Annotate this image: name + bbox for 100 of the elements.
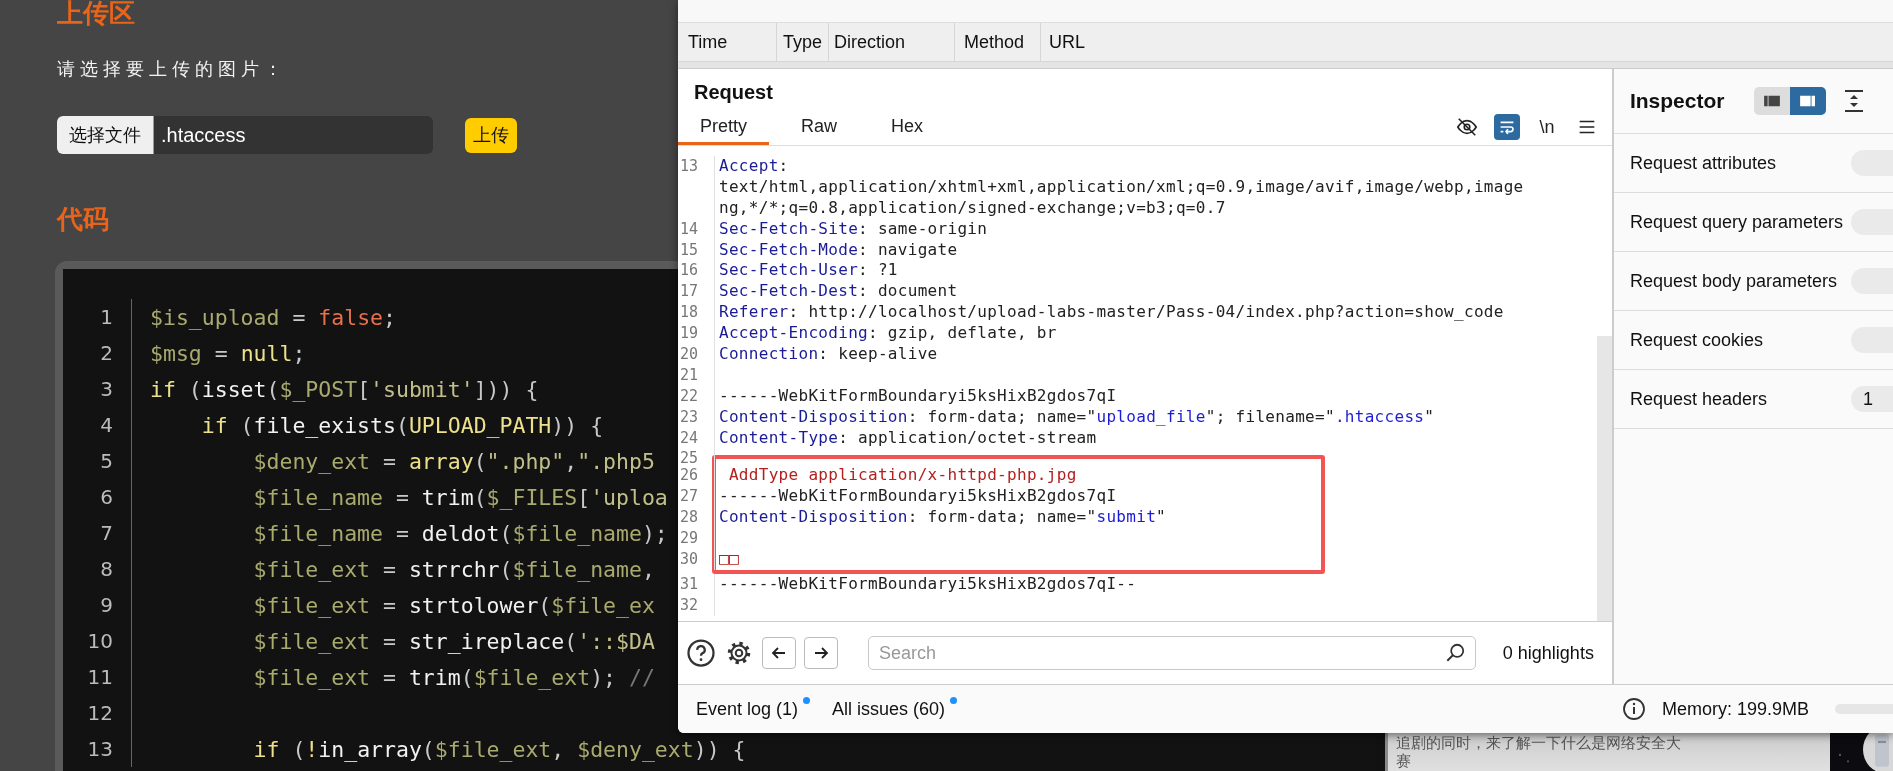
search-field[interactable]: Search: [868, 636, 1476, 670]
inspector-section[interactable]: Request attributes: [1613, 134, 1893, 193]
upload-prompt: 请选择要上传的图片：: [57, 57, 287, 81]
code-line: $file_ext = trim($file_ext); //: [252, 664, 655, 690]
code-line: $file_name = deldot($file_name);: [252, 520, 668, 546]
info-icon[interactable]: [1621, 697, 1646, 721]
request-line: AddType application/x-httpd-php.jpg: [727, 465, 1077, 487]
request-line: Content-Disposition: form-data; name="submit": [718, 507, 1166, 529]
panel-layout-icon[interactable]: [1790, 87, 1827, 115]
panel-title: Request: [693, 80, 773, 105]
line-number: 26: [678, 465, 715, 487]
line-number: 6: [63, 479, 132, 515]
request-line: ------WebKitFormBoundaryi5ksHixB2gdos7qI: [718, 486, 1117, 508]
request-line: Accept-Encoding: gzip, deflate, br: [718, 323, 1057, 344]
request-line: Content-Type: application/octet-stream: [718, 427, 1097, 449]
request-line: Sec-Fetch-Site: same-origin: [718, 218, 988, 240]
request-line: Sec-Fetch-Mode: navigate: [718, 239, 958, 261]
request-line: ng,*/*;q=0.8,application/signed-exchange;v=b3;q=0.7: [718, 197, 1226, 219]
column-header[interactable]: Time: [678, 23, 777, 61]
article-text: 赛: [1396, 752, 1411, 770]
wrap-icon[interactable]: [1493, 114, 1520, 140]
code-line: $msg = null;: [149, 340, 306, 366]
line-number: 18: [678, 302, 715, 324]
line-number: 22: [678, 385, 715, 407]
line-number: 15: [678, 239, 715, 261]
code-line: $deny_ext = array(".php",".php5: [252, 448, 655, 474]
request-line: Sec-Fetch-User: ?1: [718, 260, 898, 282]
line-number: 11: [63, 659, 132, 695]
line-number: 9: [63, 587, 132, 623]
forward-button[interactable]: [804, 637, 838, 669]
panel-title: Inspector: [1629, 89, 1725, 113]
line-number: 20: [678, 344, 715, 365]
line-number: 32: [678, 594, 715, 616]
help-icon[interactable]: [686, 638, 716, 668]
line-number: 30: [678, 548, 715, 570]
highlight-count: 0 highlights: [1502, 642, 1595, 664]
line-number: 21: [678, 364, 715, 386]
code-line: if (isset($_POST['submit'])) {: [149, 376, 539, 402]
line-number: 13: [63, 731, 132, 767]
inspector-section[interactable]: Request cookies: [1613, 311, 1893, 370]
inspector-section[interactable]: Request body parameters: [1613, 252, 1893, 311]
event-log-link[interactable]: Event log (1): [696, 698, 807, 720]
line-number: 24: [678, 427, 715, 449]
line-number: 3: [63, 371, 132, 407]
code-line: $file_ext = str_ireplace('::$DA: [252, 628, 655, 654]
section-heading: 上传区: [57, 0, 135, 30]
memory-usage: Memory: 199.9MB: [1661, 698, 1809, 720]
column-header[interactable]: Type: [777, 23, 829, 61]
line-number: 7: [63, 515, 132, 551]
request-line: ------WebKitFormBoundaryi5ksHixB2gdos7qI: [718, 385, 1117, 407]
issues-link[interactable]: All issues (60): [832, 698, 954, 720]
line-number: 4: [63, 407, 132, 443]
code-line: $file_ext = strrchr($file_name,: [252, 556, 655, 582]
code-line: if (!in_array($file_ext, $deny_ext)) {: [252, 736, 746, 762]
column-header[interactable]: Direction: [829, 23, 955, 61]
line-number: 31: [678, 573, 715, 595]
code-line: $is_upload = false;: [149, 304, 396, 330]
column-header[interactable]: URL: [1041, 23, 1085, 61]
inspector-section[interactable]: Request headers 1: [1613, 370, 1893, 429]
tab[interactable]: Pretty: [678, 112, 769, 145]
request-line: ------WebKitFormBoundaryi5ksHixB2gdos7qI--: [718, 573, 1137, 595]
line-number: 23: [678, 406, 715, 428]
line-number: 2: [63, 335, 132, 371]
count-badge: 1: [1851, 386, 1893, 412]
line-number: 17: [678, 281, 715, 303]
request-line: Referer: http://localhost/upload-labs-master/Pass-04/index.php?action=show_code: [718, 302, 1504, 324]
line-number: 27: [678, 486, 715, 508]
file-input[interactable]: 选择文件 .htaccess: [57, 116, 433, 154]
upload-button[interactable]: 上传: [465, 117, 517, 153]
newline-toggle[interactable]: \n: [1533, 114, 1560, 140]
scrollbar[interactable]: [1596, 336, 1612, 621]
section-heading: 代码: [57, 203, 109, 236]
line-number: 8: [63, 551, 132, 587]
line-number: 10: [63, 623, 132, 659]
collapse-icon[interactable]: [1844, 89, 1865, 113]
code-line: if (file_exists(UPLOAD_PATH)) {: [200, 412, 604, 438]
line-number: 13: [678, 156, 715, 177]
request-line: text/html,application/xhtml+xml,application/xml;q=0.9,image/avif,image/webp,image: [718, 176, 1524, 198]
request-line: □□: [718, 548, 739, 570]
line-number: 29: [678, 528, 715, 549]
tab[interactable]: Hex: [869, 112, 946, 145]
line-number: 16: [678, 260, 715, 282]
line-number: 19: [678, 323, 715, 344]
search-icon[interactable]: [1444, 642, 1466, 664]
back-button[interactable]: [762, 637, 796, 669]
request-line: Sec-Fetch-Dest: document: [718, 281, 958, 303]
article-text: 追剧的同时，来了解一下什么是网络安全大: [1396, 734, 1681, 752]
request-line: Accept:: [718, 156, 789, 177]
tab[interactable]: Raw: [779, 112, 860, 145]
line-number: 14: [678, 218, 715, 240]
line-number: 5: [63, 443, 132, 479]
column-header[interactable]: Method: [955, 23, 1041, 61]
request-line: Connection: keep-alive: [718, 344, 938, 365]
line-number: 12: [63, 695, 132, 731]
inspector-section[interactable]: Request query parameters: [1613, 193, 1893, 252]
line-number: 1: [63, 299, 132, 335]
line-number: 28: [678, 507, 715, 529]
code-line: $file_name = trim($_FILES['uploa: [252, 484, 668, 510]
request-line: Content-Disposition: form-data; name="upload_file"; filename=".htaccess": [718, 406, 1435, 428]
code-line: $file_ext = strtolower($file_ex: [252, 592, 655, 618]
